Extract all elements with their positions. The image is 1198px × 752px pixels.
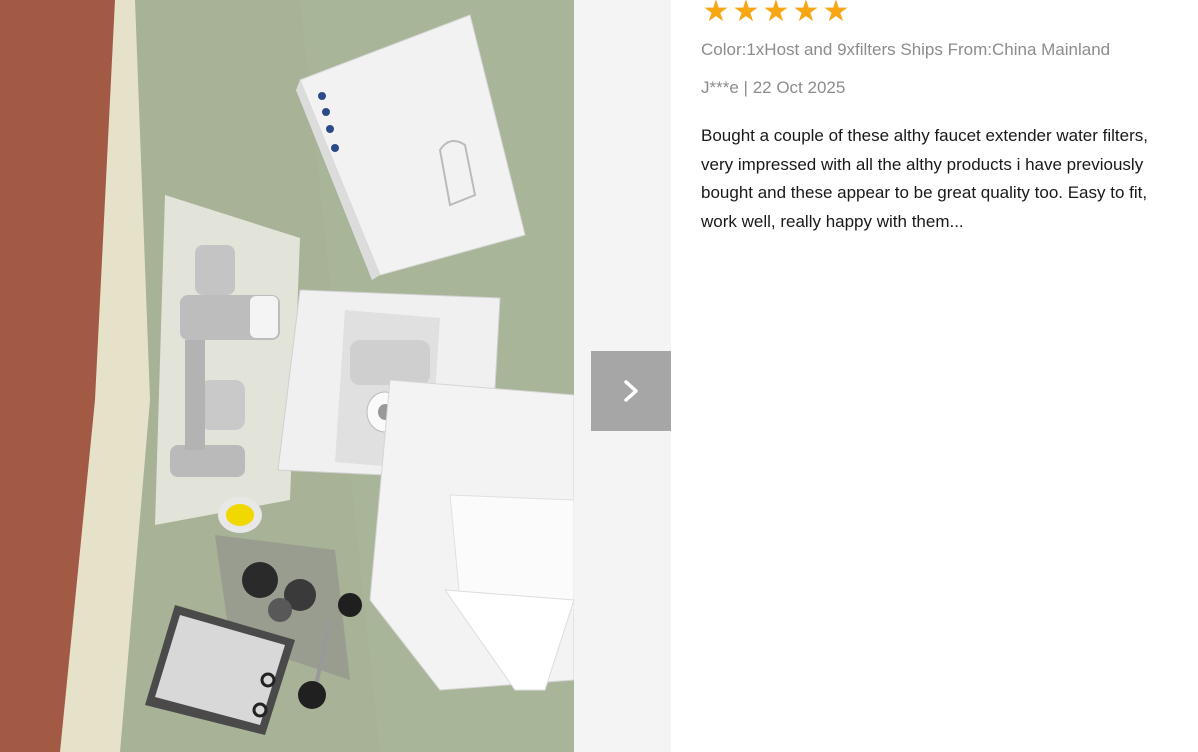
review-date: 22 Oct 2025 [752, 78, 846, 97]
star-icon: ★ [702, 0, 730, 28]
separator: | [743, 78, 748, 97]
chevron-right-icon [624, 380, 638, 402]
star-icon: ★ [792, 0, 820, 28]
review-image-gallery [0, 0, 671, 752]
review-author-date: J***e | 22 Oct 2025 [701, 77, 845, 99]
star-icon: ★ [732, 0, 760, 28]
reviewer-name: J***e [701, 78, 739, 97]
next-image-button[interactable] [591, 351, 671, 431]
star-icon: ★ [822, 0, 850, 28]
review-text: Bought a couple of these althy faucet ex… [701, 126, 1148, 231]
sku-info: Color:1xHost and 9xfilters Ships From:Ch… [701, 40, 1111, 59]
review-photo[interactable] [0, 0, 574, 752]
star-icon: ★ [762, 0, 790, 28]
star-rating: ★ ★ ★ ★ ★ [701, 0, 851, 27]
